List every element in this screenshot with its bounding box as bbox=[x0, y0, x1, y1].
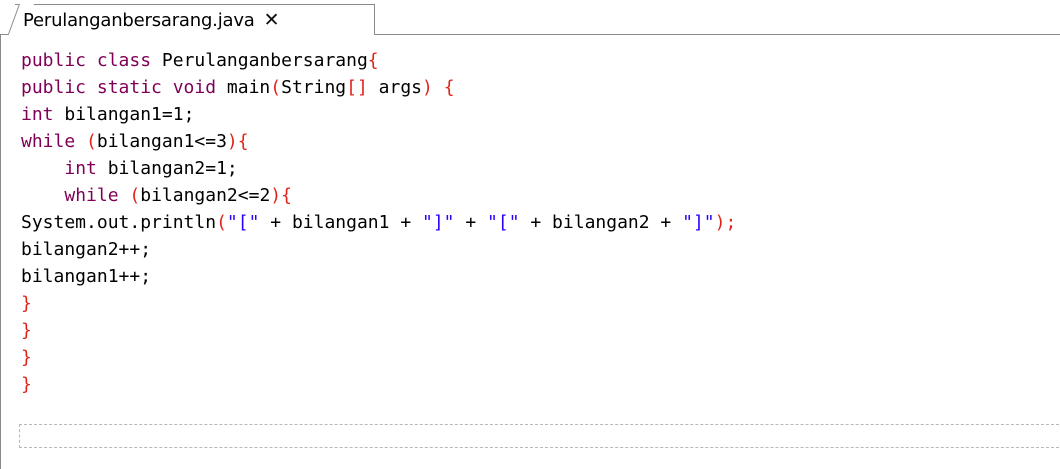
code-token: "]" bbox=[422, 212, 455, 233]
code-token: ); bbox=[714, 212, 737, 233]
code-token: } bbox=[21, 320, 32, 341]
code-line: public class Perulanganbersarang{ bbox=[21, 47, 736, 74]
code-token: + bilangan1 + bbox=[259, 212, 422, 233]
code-token: ){ bbox=[270, 185, 292, 206]
code-token: bilangan2<=2 bbox=[140, 185, 271, 206]
code-line: bilangan2++; bbox=[21, 236, 736, 263]
code-line: int bilangan1=1; bbox=[21, 101, 736, 128]
code-line: bilangan1++; bbox=[21, 263, 736, 290]
code-token: bilangan2=1; bbox=[107, 158, 238, 179]
code-token: + bbox=[454, 212, 488, 233]
editor-tab-bar: Perulanganbersarang.java ✕ bbox=[0, 0, 1060, 36]
code-line: while (bilangan2<=2){ bbox=[21, 182, 736, 209]
code-line: } bbox=[21, 371, 736, 398]
code-token: main bbox=[226, 77, 271, 98]
code-token: public class bbox=[21, 50, 162, 71]
code-line: while (bilangan1<=3){ bbox=[21, 128, 736, 155]
code-token: ){ bbox=[226, 131, 249, 152]
editor-left-border bbox=[0, 35, 1, 469]
code-token: System.out.println bbox=[21, 212, 217, 233]
code-line: public static void main(String[] args) { bbox=[21, 74, 736, 101]
code-token: + bilangan2 + bbox=[519, 212, 683, 233]
code-token: "]" bbox=[682, 212, 715, 233]
current-line-highlight bbox=[19, 424, 1059, 448]
code-token: { bbox=[367, 50, 379, 71]
code-token: } bbox=[21, 374, 32, 395]
code-token: String bbox=[281, 77, 347, 98]
code-line: int bilangan2=1; bbox=[21, 155, 736, 182]
code-token: bilangan1=1; bbox=[64, 104, 195, 125]
code-token: } bbox=[21, 347, 32, 368]
tab-perulanganbersarang-java[interactable]: Perulanganbersarang.java ✕ bbox=[15, 4, 375, 35]
code-line: System.out.println("[" + bilangan1 + "]"… bbox=[21, 209, 736, 236]
code-token: bilangan1++; bbox=[21, 266, 152, 287]
code-token: int bbox=[21, 104, 65, 125]
code-line: } bbox=[21, 290, 736, 317]
code-token: int bbox=[64, 158, 108, 179]
code-token: "[" bbox=[487, 212, 520, 233]
code-token: bilangan1<=3 bbox=[96, 131, 227, 152]
tab-label: Perulanganbersarang.java bbox=[23, 9, 255, 31]
code-token: ( bbox=[270, 77, 282, 98]
code-token: ( bbox=[216, 212, 227, 233]
code-token: [] bbox=[346, 77, 368, 98]
code-token: ( bbox=[129, 185, 141, 206]
source-code[interactable]: public class Perulanganbersarang{public … bbox=[21, 47, 736, 398]
code-line: } bbox=[21, 344, 736, 371]
code-token: Perulanganbersarang bbox=[161, 50, 368, 71]
code-token: ) { bbox=[422, 77, 455, 98]
code-token: while bbox=[64, 185, 130, 206]
code-token: ( bbox=[86, 131, 97, 152]
code-token: } bbox=[21, 293, 32, 314]
code-token: while bbox=[21, 131, 87, 152]
code-token: args bbox=[367, 77, 423, 98]
code-line: } bbox=[21, 317, 736, 344]
close-icon[interactable]: ✕ bbox=[264, 10, 280, 30]
code-token: bilangan2++; bbox=[21, 239, 152, 260]
code-token: "[" bbox=[226, 212, 260, 233]
code-token: public static void bbox=[21, 77, 227, 98]
